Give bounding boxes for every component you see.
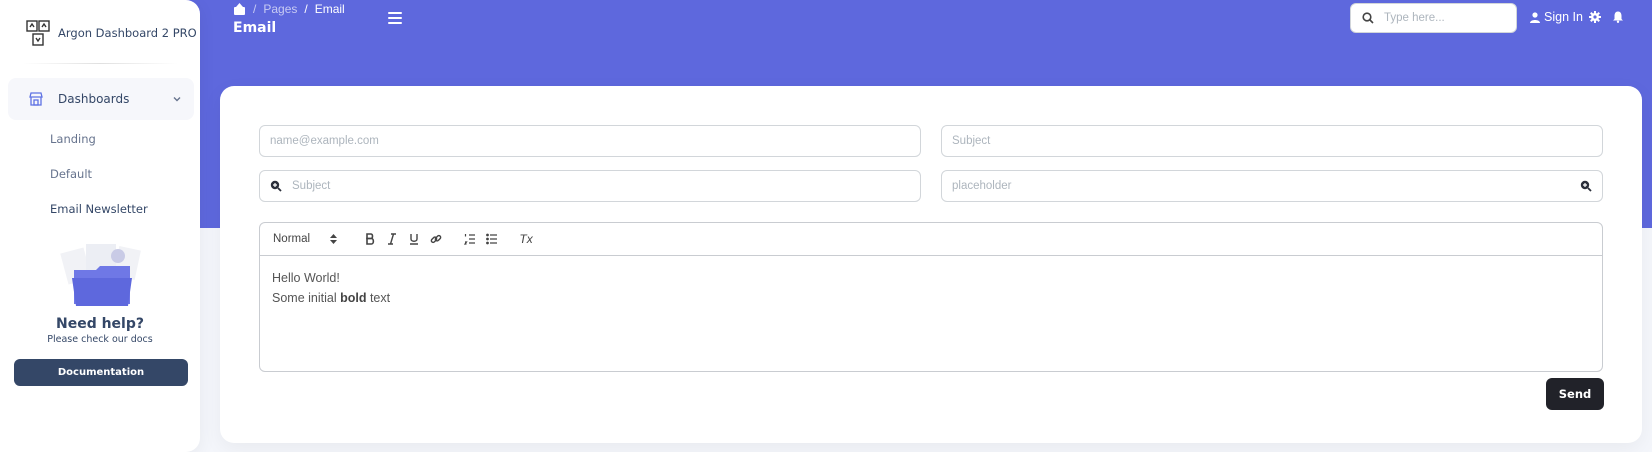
user-icon	[1530, 11, 1540, 23]
breadcrumb: / Pages / Email	[233, 2, 345, 16]
documentation-button[interactable]: Documentation	[14, 359, 188, 386]
rich-text-editor: Normal Tx Hello World! Some initial bold…	[259, 222, 1603, 372]
home-icon[interactable]	[233, 3, 246, 15]
help-subtitle: Please check our docs	[47, 334, 153, 345]
email-card: Normal Tx	[220, 86, 1642, 443]
italic-icon	[388, 233, 397, 245]
subject-input[interactable]	[952, 135, 1592, 147]
help-title: Need help?	[55, 316, 144, 332]
placeholder-input[interactable]	[952, 180, 1570, 192]
breadcrumb-current: Email	[314, 2, 345, 16]
subject-secondary-input[interactable]	[292, 180, 910, 192]
breadcrumb-separator: /	[304, 2, 308, 16]
heading-select-value: Normal	[273, 233, 311, 245]
shop-icon	[29, 92, 43, 106]
zoom-in-icon	[270, 180, 282, 192]
underline-button[interactable]	[403, 229, 425, 249]
send-button[interactable]: Send	[1546, 378, 1604, 410]
bold-icon	[366, 233, 375, 245]
clear-format-button[interactable]: Tx	[515, 229, 537, 249]
sidebar-item-landing[interactable]: Landing	[50, 132, 96, 146]
sidebar-item-dashboards[interactable]: Dashboards	[8, 78, 194, 120]
underline-icon	[410, 234, 419, 245]
editor-line: Some initial bold text	[272, 291, 391, 305]
gear-icon[interactable]	[1589, 11, 1601, 23]
brand-name: Argon Dashboard 2 PRO	[58, 26, 197, 40]
heading-select[interactable]: Normal	[273, 233, 338, 245]
sidebar-item-label: Dashboards	[58, 92, 130, 106]
sidebar: Argon Dashboard 2 PRO Dashboards Landing…	[0, 0, 200, 452]
bullet-list-button[interactable]	[481, 229, 503, 249]
bold-button[interactable]	[359, 229, 381, 249]
breadcrumb-pages[interactable]: Pages	[263, 2, 297, 16]
link-button[interactable]	[425, 229, 447, 249]
brand-logo-icon	[26, 20, 50, 46]
link-icon	[430, 234, 442, 244]
signin-link[interactable]: Sign In	[1530, 10, 1583, 24]
brand[interactable]: Argon Dashboard 2 PRO	[26, 20, 197, 46]
select-arrows-icon	[330, 234, 338, 244]
email-field	[259, 125, 921, 157]
menu-icon[interactable]	[388, 12, 402, 24]
editor-content[interactable]: Hello World! Some initial bold text	[260, 256, 1602, 320]
placeholder-field	[941, 170, 1603, 202]
page-title: Email	[233, 20, 277, 36]
sidebar-divider	[22, 63, 178, 64]
ordered-list-button[interactable]	[459, 229, 481, 249]
zoom-in-icon	[1580, 180, 1592, 192]
bell-icon[interactable]	[1612, 11, 1624, 23]
italic-button[interactable]	[381, 229, 403, 249]
signin-label: Sign In	[1544, 10, 1583, 24]
clear-format-icon: Tx	[519, 232, 533, 246]
editor-line: Hello World!	[272, 271, 340, 285]
ordered-list-icon	[464, 234, 476, 245]
sidebar-item-email-newsletter[interactable]: Email Newsletter	[50, 202, 148, 216]
bullet-list-icon	[486, 233, 498, 245]
search-box	[1350, 3, 1517, 33]
chevron-down-icon	[173, 97, 181, 102]
search-icon	[1362, 12, 1374, 24]
editor-toolbar: Normal Tx	[260, 223, 1602, 256]
help-folder-illustration	[60, 244, 141, 306]
subject-field	[941, 125, 1603, 157]
sidebar-item-default[interactable]: Default	[50, 167, 92, 181]
search-input[interactable]	[1384, 12, 1504, 24]
email-input[interactable]	[270, 135, 910, 147]
breadcrumb-separator: /	[253, 2, 257, 16]
subject-icon-field	[259, 170, 921, 202]
